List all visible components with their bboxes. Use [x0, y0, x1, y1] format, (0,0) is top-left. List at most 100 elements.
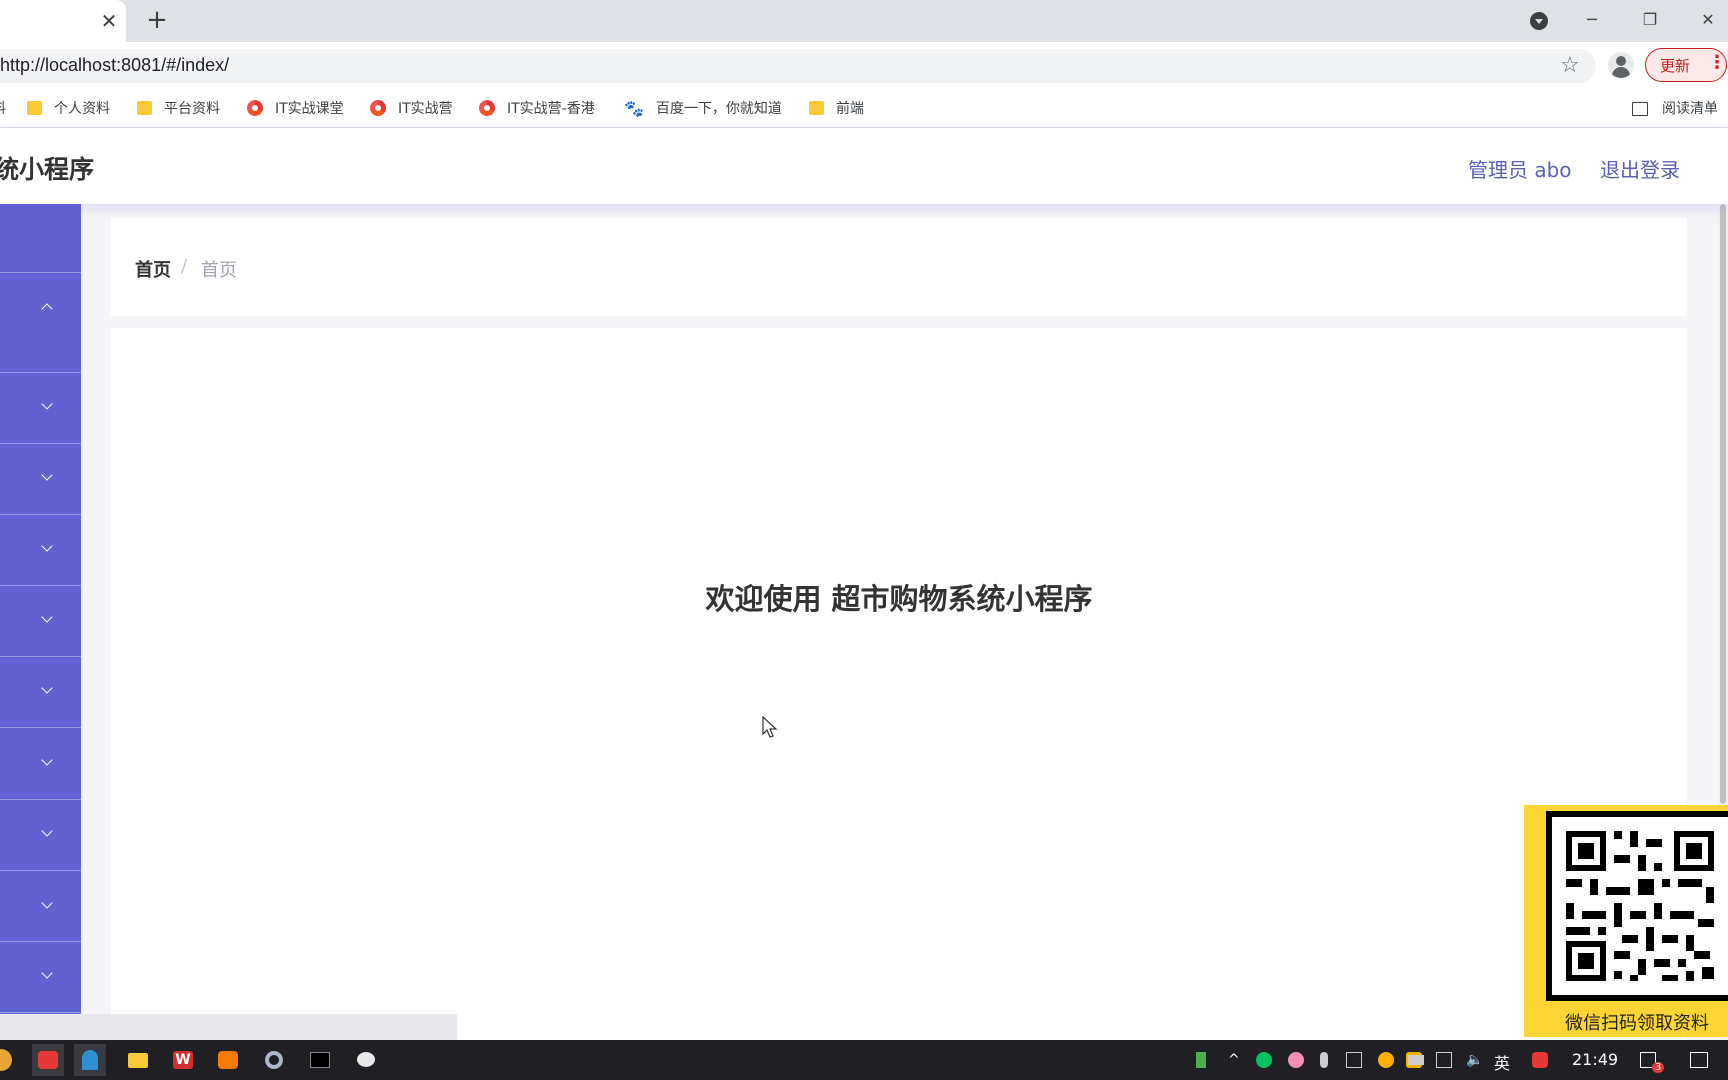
wps-icon[interactable]: W: [167, 1044, 199, 1076]
sidebar-item[interactable]: [0, 204, 81, 273]
browser-tab-bar: ✕ + ─ ❐ ✕: [0, 0, 1728, 42]
sidebar-item[interactable]: [0, 800, 81, 871]
sidebar-item-expanded[interactable]: [0, 273, 81, 373]
breadcrumb: 首页 / 首页: [111, 218, 1687, 316]
terminal-icon[interactable]: [304, 1044, 336, 1076]
mouse-cursor-icon: [762, 716, 778, 738]
bookmarks-bar: 料 个人资料 平台资料 IT实战课堂 IT实战营 IT实战营-香港 🐾百度一下，…: [0, 88, 1728, 128]
bookmark-item[interactable]: 平台资料: [137, 98, 220, 118]
bookmark-item[interactable]: IT实战营-香港: [479, 98, 595, 118]
app-header: 统小程序 管理员 abo 退出登录: [0, 128, 1728, 204]
bookmark-star-icon[interactable]: ☆: [1560, 53, 1580, 78]
bookmark-item[interactable]: 个人资料: [27, 98, 110, 118]
sidebar-item[interactable]: [0, 373, 81, 444]
app-orange-icon[interactable]: [212, 1044, 244, 1076]
tray-app-icon[interactable]: [1288, 1052, 1304, 1068]
reading-list-button[interactable]: 阅读清单: [1632, 98, 1718, 118]
sidebar-item[interactable]: [0, 515, 81, 586]
action-center-icon[interactable]: [1690, 1052, 1708, 1068]
bird-icon: [82, 1050, 98, 1070]
sidebar-item[interactable]: [0, 871, 81, 942]
url-text: http://localhost:8081/#/index/: [0, 55, 230, 75]
chat-bubble-icon[interactable]: [350, 1044, 382, 1076]
chevron-down-icon: [41, 540, 53, 552]
new-tab-button[interactable]: +: [144, 7, 170, 34]
close-tab-icon[interactable]: ✕: [98, 10, 120, 32]
scrollbar-thumb[interactable]: [1720, 204, 1726, 804]
sogou-input-icon[interactable]: [1532, 1052, 1548, 1068]
sidebar-item[interactable]: [0, 728, 81, 800]
window-close-icon[interactable]: ✕: [1690, 6, 1726, 34]
qr-code-frame: [1546, 811, 1728, 1001]
qr-code-icon: [1566, 831, 1714, 981]
folder-icon: [137, 101, 152, 115]
app-title: 统小程序: [0, 155, 95, 184]
bookmark-item[interactable]: 前端: [809, 98, 864, 118]
qq-tray-icon[interactable]: [1378, 1052, 1394, 1068]
wechat-tray-icon[interactable]: [1256, 1052, 1272, 1068]
chevron-down-icon: [41, 897, 53, 909]
folder-icon: [27, 101, 42, 115]
qr-code-overlay[interactable]: 微信扫码领取资料: [1524, 805, 1728, 1037]
taskbar-app-active[interactable]: [32, 1044, 64, 1076]
bilibili-icon: [38, 1051, 58, 1069]
chrome-icon: [370, 100, 386, 116]
reading-list-icon: [1632, 102, 1648, 116]
main-panel: 欢迎使用 超市购物系统小程序: [111, 328, 1687, 1040]
update-label: 更新: [1660, 57, 1691, 75]
chevron-down-icon: [41, 754, 53, 766]
breadcrumb-separator: /: [181, 256, 188, 277]
chrome-icon: [479, 100, 495, 116]
input-language[interactable]: 英: [1494, 1050, 1510, 1074]
chrome-taskbar-icon[interactable]: [0, 1049, 12, 1071]
baidu-paw-icon: 🐾: [624, 98, 644, 118]
tab-search-icon[interactable]: [1530, 12, 1548, 30]
notification-badge: 3: [1652, 1062, 1665, 1073]
network-icon[interactable]: [1436, 1052, 1452, 1068]
battery-tray-icon[interactable]: [1196, 1052, 1206, 1068]
url-input[interactable]: http://localhost:8081/#/index/ ☆: [0, 49, 1596, 83]
sidebar-item[interactable]: [0, 657, 81, 728]
volume-icon[interactable]: 🔈: [1466, 1052, 1483, 1068]
settings-gear-icon[interactable]: [258, 1044, 290, 1076]
taskbar-app-active[interactable]: [74, 1044, 106, 1076]
windows-taskbar: W ^ 🔈 英 21:49 3: [0, 1040, 1728, 1080]
battery-icon[interactable]: [1408, 1055, 1424, 1065]
minimize-icon[interactable]: ─: [1574, 6, 1610, 34]
chevron-down-icon: [41, 967, 53, 979]
chevron-down-icon: [41, 398, 53, 410]
breadcrumb-current: 首页: [201, 260, 237, 281]
tray-app-icon[interactable]: [1346, 1052, 1362, 1068]
sidebar-item[interactable]: [0, 586, 81, 657]
more-menu-icon[interactable]: ⋮: [1708, 52, 1726, 73]
bookmark-item[interactable]: IT实战课堂: [247, 98, 344, 118]
chevron-down-icon: [41, 682, 53, 694]
sidebar-item[interactable]: [0, 444, 81, 515]
restore-icon[interactable]: ❐: [1632, 6, 1668, 34]
address-bar: http://localhost:8081/#/index/ ☆ 更新 ⋮: [0, 42, 1728, 88]
bookmark-item[interactable]: 🐾 百度一下，你就知道: [624, 98, 782, 118]
logout-link[interactable]: 退出登录: [1600, 154, 1680, 183]
file-explorer-icon[interactable]: [122, 1044, 154, 1076]
browser-tab[interactable]: ✕: [0, 0, 126, 42]
bookmark-item-cut[interactable]: 料: [0, 98, 6, 118]
breadcrumb-home[interactable]: 首页: [135, 256, 171, 282]
clock[interactable]: 21:49: [1572, 1050, 1618, 1069]
admin-user-label[interactable]: 管理员 abo: [1468, 154, 1572, 183]
microphone-icon[interactable]: [1320, 1052, 1328, 1068]
chevron-down-icon: [41, 825, 53, 837]
bookmark-item[interactable]: IT实战营: [370, 98, 453, 118]
sidebar-item[interactable]: [0, 942, 81, 1013]
chevron-down-icon: [41, 611, 53, 623]
chrome-icon: [247, 100, 263, 116]
welcome-message: 欢迎使用 超市购物系统小程序: [705, 582, 1093, 616]
folder-icon: [809, 101, 824, 115]
tray-expand-icon[interactable]: ^: [1228, 1052, 1244, 1068]
update-button[interactable]: 更新 ⋮: [1645, 48, 1727, 82]
sidebar-menu: [0, 204, 81, 1040]
horizontal-scrollbar[interactable]: [0, 1014, 457, 1040]
chevron-down-icon: [41, 469, 53, 481]
chevron-up-icon: [41, 303, 53, 315]
profile-avatar-icon[interactable]: [1608, 52, 1634, 78]
qr-caption: 微信扫码领取资料: [1565, 1013, 1709, 1034]
